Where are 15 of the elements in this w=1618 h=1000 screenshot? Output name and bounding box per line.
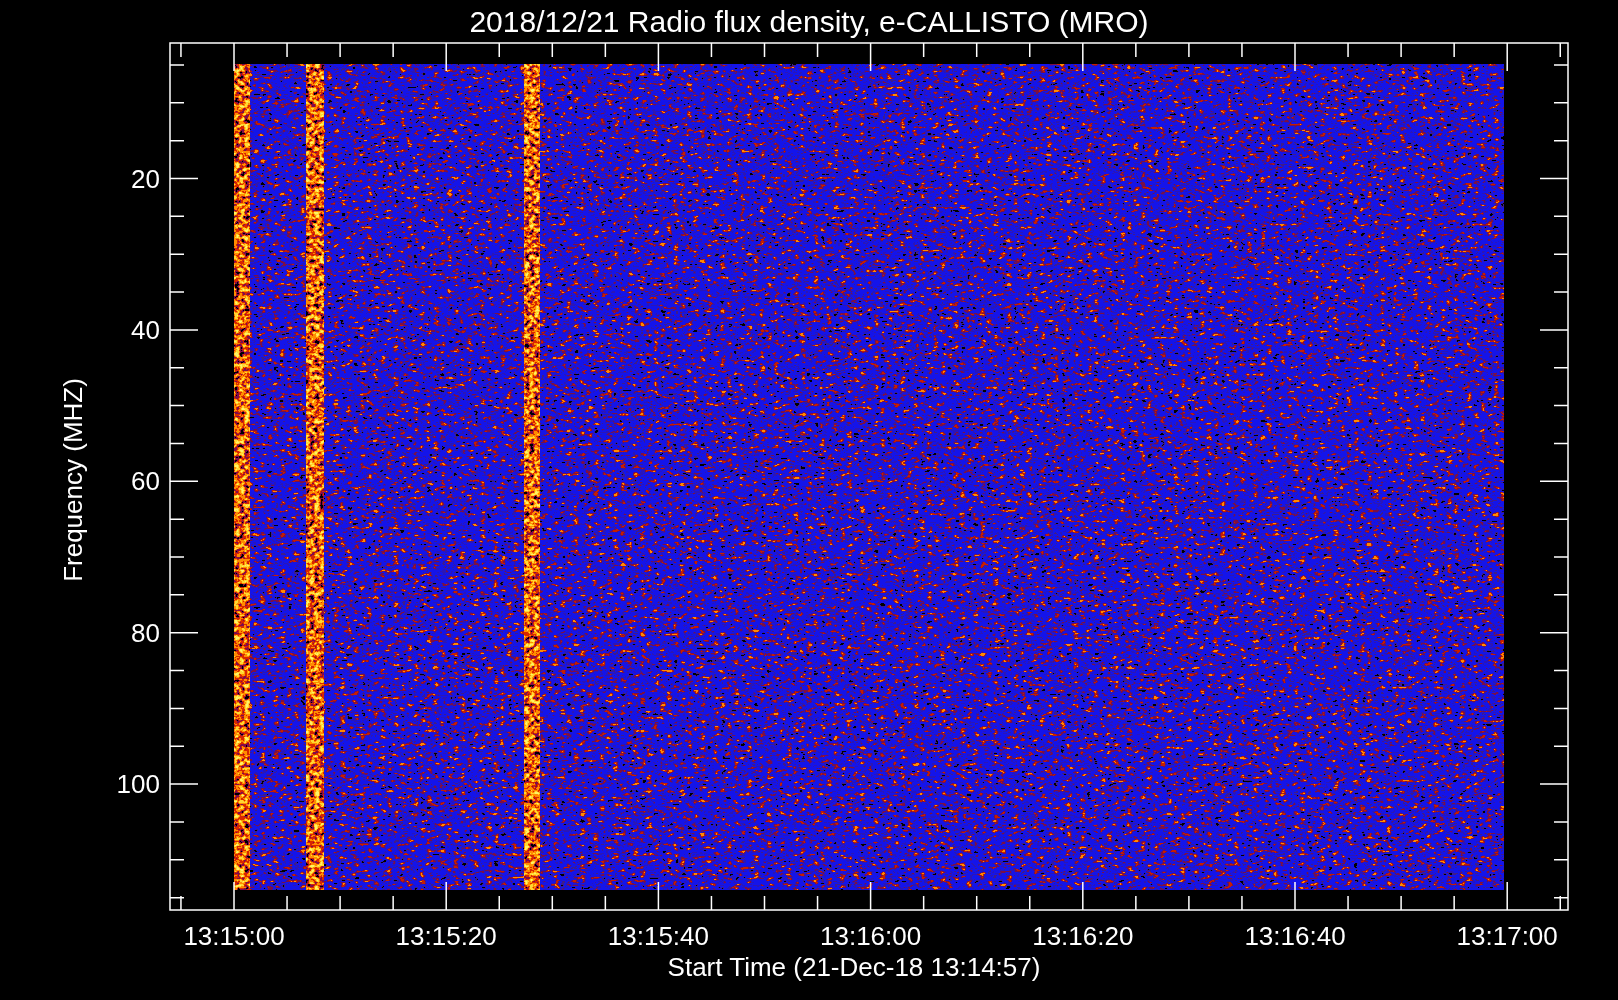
plot-title: 2018/12/21 Radio flux density, e-CALLISTO (MRO) <box>469 5 1149 38</box>
tick-label: 13:15:00 <box>183 921 285 951</box>
tick-label: 20 <box>131 163 160 194</box>
tick-label: 13:17:00 <box>1456 921 1558 951</box>
tick-label: 13:16:20 <box>1032 921 1134 951</box>
tick-label: 60 <box>131 466 160 497</box>
tick-label: 13:15:40 <box>607 921 709 951</box>
tick-label: 100 <box>116 769 160 800</box>
axis-label: Frequency (MHZ) <box>58 378 88 582</box>
tick-label: 13:16:40 <box>1244 921 1346 951</box>
tick-label: 13:16:00 <box>820 921 922 951</box>
tick-label: 80 <box>131 617 160 648</box>
tick-label: 13:15:20 <box>395 921 497 951</box>
tick-label: 40 <box>131 314 160 345</box>
axis-label: Start Time (21-Dec-18 13:14:57) <box>667 952 1041 982</box>
